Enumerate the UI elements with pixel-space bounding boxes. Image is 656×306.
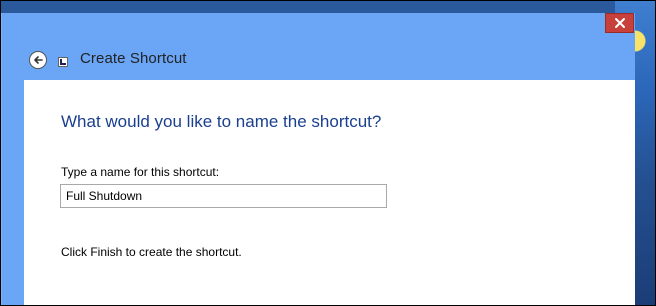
shortcut-name-input[interactable] [60, 184, 387, 208]
wizard-content: What would you like to name the shortcut… [24, 80, 635, 305]
title-bar[interactable] [2, 13, 635, 49]
create-shortcut-window: Create Shortcut What would you like to n… [1, 13, 635, 305]
back-arrow-icon [34, 56, 43, 64]
close-icon [614, 18, 625, 28]
finish-hint: Click Finish to create the shortcut. [61, 245, 242, 259]
screen: Create Shortcut What would you like to n… [0, 0, 656, 306]
shortcut-name-label: Type a name for this shortcut: [61, 165, 220, 179]
window-title: Create Shortcut [80, 50, 187, 67]
back-button[interactable] [29, 51, 47, 69]
close-button[interactable] [605, 13, 634, 33]
page-title: What would you like to name the shortcut… [61, 112, 382, 131]
shortcut-icon [58, 57, 68, 67]
